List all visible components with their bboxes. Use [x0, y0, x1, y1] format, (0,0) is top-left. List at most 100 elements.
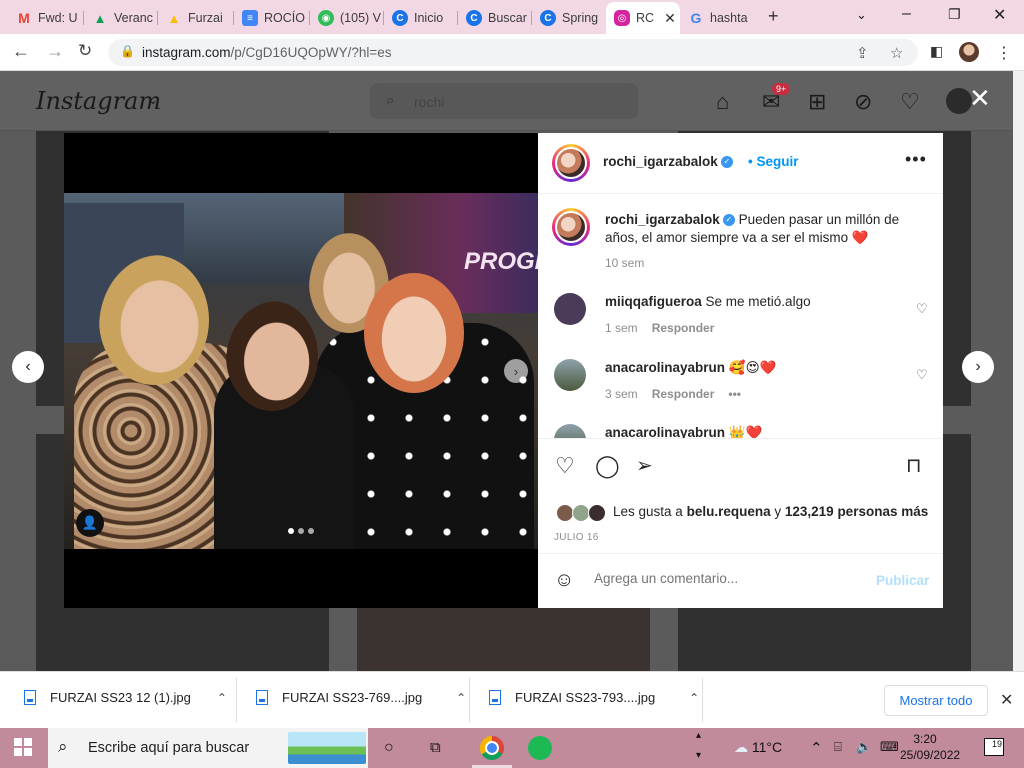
windows-start-icon[interactable] — [14, 738, 32, 756]
volume-muted-icon[interactable]: 🔈 — [856, 739, 872, 755]
show-all-downloads-button[interactable]: Mostrar todo — [884, 685, 988, 716]
chevron-up-icon[interactable]: ⌃ — [456, 691, 466, 705]
previous-post-arrow-icon[interactable]: ‹ — [12, 351, 44, 383]
spotify-app-icon[interactable] — [528, 736, 552, 760]
tab-search-chevron-icon[interactable]: ⌄ — [856, 7, 867, 23]
comment-more-icon[interactable]: ••• — [728, 387, 741, 401]
task-view-icon[interactable]: ⧉ — [430, 739, 441, 756]
reload-icon[interactable]: ↻ — [78, 41, 92, 61]
new-post-icon[interactable]: ⊞ — [808, 89, 826, 115]
reply-button[interactable]: Responder — [652, 321, 715, 335]
download-item[interactable]: FURZAI SS23-769....jpg ⌃ — [256, 690, 466, 705]
caption-author-avatar[interactable] — [552, 208, 590, 246]
taskbar-search-box[interactable]: ⌕ Escribe aquí para buscar — [48, 728, 368, 768]
close-modal-icon[interactable]: ✕ — [969, 83, 991, 114]
search-box[interactable]: ⌕ rochi — [370, 83, 638, 119]
minimize-icon[interactable]: – — [902, 5, 911, 23]
browser-tab-gmail[interactable]: M Fwd: U — [8, 4, 84, 32]
browser-tab-whatsapp[interactable]: ◉ (105) V — [310, 4, 384, 32]
download-filename: FURZAI SS23-769....jpg — [282, 690, 423, 705]
save-bookmark-icon[interactable]: ⊓ — [906, 453, 922, 478]
tab-label: hashta — [710, 11, 748, 25]
browser-tab-canva-2[interactable]: C Buscar — [458, 4, 532, 32]
share-paper-plane-icon[interactable]: ➢ — [636, 453, 653, 478]
windows-taskbar: ⌕ Escribe aquí para buscar ○ ⧉ ▴ ▾ ☁ 11°… — [0, 728, 1024, 768]
chevron-up-icon[interactable]: ⌃ — [217, 691, 227, 705]
network-icon[interactable]: ⌸ — [834, 739, 842, 755]
comment-username[interactable]: anacarolinayabrun — [605, 360, 725, 375]
back-arrow-icon[interactable]: ← — [12, 41, 30, 62]
caption-username[interactable]: rochi_igarzabalok — [605, 212, 720, 227]
restore-icon[interactable]: ❐ — [948, 6, 961, 23]
download-item[interactable]: FURZAI SS23 12 (1).jpg ⌃ — [24, 690, 227, 705]
explore-compass-icon[interactable]: ⊘ — [854, 89, 872, 115]
author-username[interactable]: rochi_igarzabalok ✓ — [603, 154, 733, 169]
chrome-menu-icon[interactable]: ⋮ — [996, 43, 1012, 63]
new-tab-plus-icon[interactable]: + — [768, 6, 779, 27]
instagram-logo[interactable]: Instagram — [36, 87, 161, 115]
emoji-icon[interactable]: ☺ — [554, 569, 574, 592]
page-scrollbar[interactable] — [1013, 71, 1024, 671]
home-icon[interactable]: ⌂ — [716, 89, 729, 115]
close-downloads-icon[interactable]: ✕ — [1000, 690, 1013, 710]
post-photo[interactable]: PROGR 👤 › — [64, 193, 538, 549]
browser-tab-docs[interactable]: ≡ ROCÍO — [234, 4, 310, 32]
carousel-next-icon[interactable]: › — [504, 359, 528, 383]
comment-bubble-icon[interactable]: ◯ — [595, 453, 620, 479]
keyboard-icon[interactable]: ⌨ — [880, 739, 899, 755]
profile-avatar[interactable] — [959, 42, 979, 62]
side-panel-icon[interactable]: ◧ — [930, 43, 943, 60]
more-options-icon[interactable]: ••• — [905, 149, 927, 170]
comment-item: anacarolinayabrun 👑❤️ — [605, 424, 762, 438]
commenter-avatar[interactable] — [554, 424, 586, 438]
close-tab-icon[interactable]: ✕ — [664, 10, 676, 27]
comment-input[interactable] — [594, 571, 864, 586]
browser-tab-canva-3[interactable]: C Spring — [532, 4, 606, 32]
browser-tab-drive-2[interactable]: ▲ Furzai — [158, 4, 234, 32]
window-close-icon[interactable]: ✕ — [993, 5, 1006, 25]
taskbar-scroll-down-icon[interactable]: ▾ — [696, 750, 701, 761]
tab-label: Spring — [562, 11, 599, 25]
follow-button[interactable]: • Seguir — [748, 154, 799, 169]
browser-tab-google[interactable]: G hashta — [680, 4, 754, 32]
like-comment-heart-icon[interactable]: ♡ — [916, 301, 928, 317]
like-heart-icon[interactable]: ♡ — [555, 453, 575, 479]
next-post-arrow-icon[interactable]: › — [962, 351, 994, 383]
caption-age: 10 sem — [605, 256, 645, 270]
show-hidden-icons-chevron[interactable]: ⌃ — [810, 739, 823, 757]
weather-widget[interactable]: ☁ 11°C — [734, 739, 782, 756]
canva-icon: C — [466, 10, 482, 26]
commenter-avatar[interactable] — [554, 293, 586, 325]
canva-icon: C — [540, 10, 556, 26]
forward-arrow-icon[interactable]: → — [46, 41, 64, 62]
publish-button[interactable]: Publicar — [876, 573, 929, 588]
likes-summary[interactable]: Les gusta a belu.requena y 123,219 perso… — [613, 504, 928, 519]
share-icon[interactable]: ⇪ — [856, 44, 869, 62]
reply-button[interactable]: Responder — [652, 387, 715, 401]
caption: rochi_igarzabalok ✓ Pueden pasar un milló… — [605, 211, 925, 247]
chevron-down-icon[interactable]: ⌄ — [148, 93, 158, 107]
system-clock[interactable]: 3:20 25/09/2022 — [900, 731, 960, 763]
notification-center-icon[interactable]: 19 — [984, 738, 1004, 756]
bookmark-star-icon[interactable]: ☆ — [890, 44, 903, 62]
tab-label: Veranc — [114, 11, 153, 25]
commenter-avatar[interactable] — [554, 359, 586, 391]
comment-username[interactable]: miiqqafigueroa — [605, 294, 702, 309]
activity-heart-icon[interactable]: ♡ — [900, 89, 920, 115]
chrome-app-icon[interactable] — [480, 736, 504, 760]
comment-username[interactable]: anacarolinayabrun — [605, 425, 725, 438]
download-item[interactable]: FURZAI SS23-793....jpg ⌃ — [489, 690, 699, 705]
taskbar-scroll-up-icon[interactable]: ▴ — [696, 730, 701, 741]
address-bar[interactable]: 🔒 instagram.com/p/CgD16UQOpWY/?hl=es ⇪ ☆ — [108, 39, 918, 66]
like-comment-heart-icon[interactable]: ♡ — [916, 367, 928, 383]
browser-tab-canva-1[interactable]: C Inicio — [384, 4, 458, 32]
temperature: 11°C — [751, 739, 783, 755]
cortana-circle-icon[interactable]: ○ — [384, 739, 394, 757]
browser-tab-drive-1[interactable]: ▲ Veranc — [84, 4, 158, 32]
add-comment-bar: ☺ Publicar — [538, 553, 943, 608]
author-avatar[interactable] — [552, 144, 590, 182]
post-actions: ♡ ◯ ➢ ⊓ Les gusta a belu.requena y 123,2… — [538, 438, 943, 546]
chevron-up-icon[interactable]: ⌃ — [689, 691, 699, 705]
browser-tab-instagram[interactable]: ◎ RC ✕ — [606, 2, 680, 34]
tagged-users-icon[interactable]: 👤 — [76, 509, 104, 537]
